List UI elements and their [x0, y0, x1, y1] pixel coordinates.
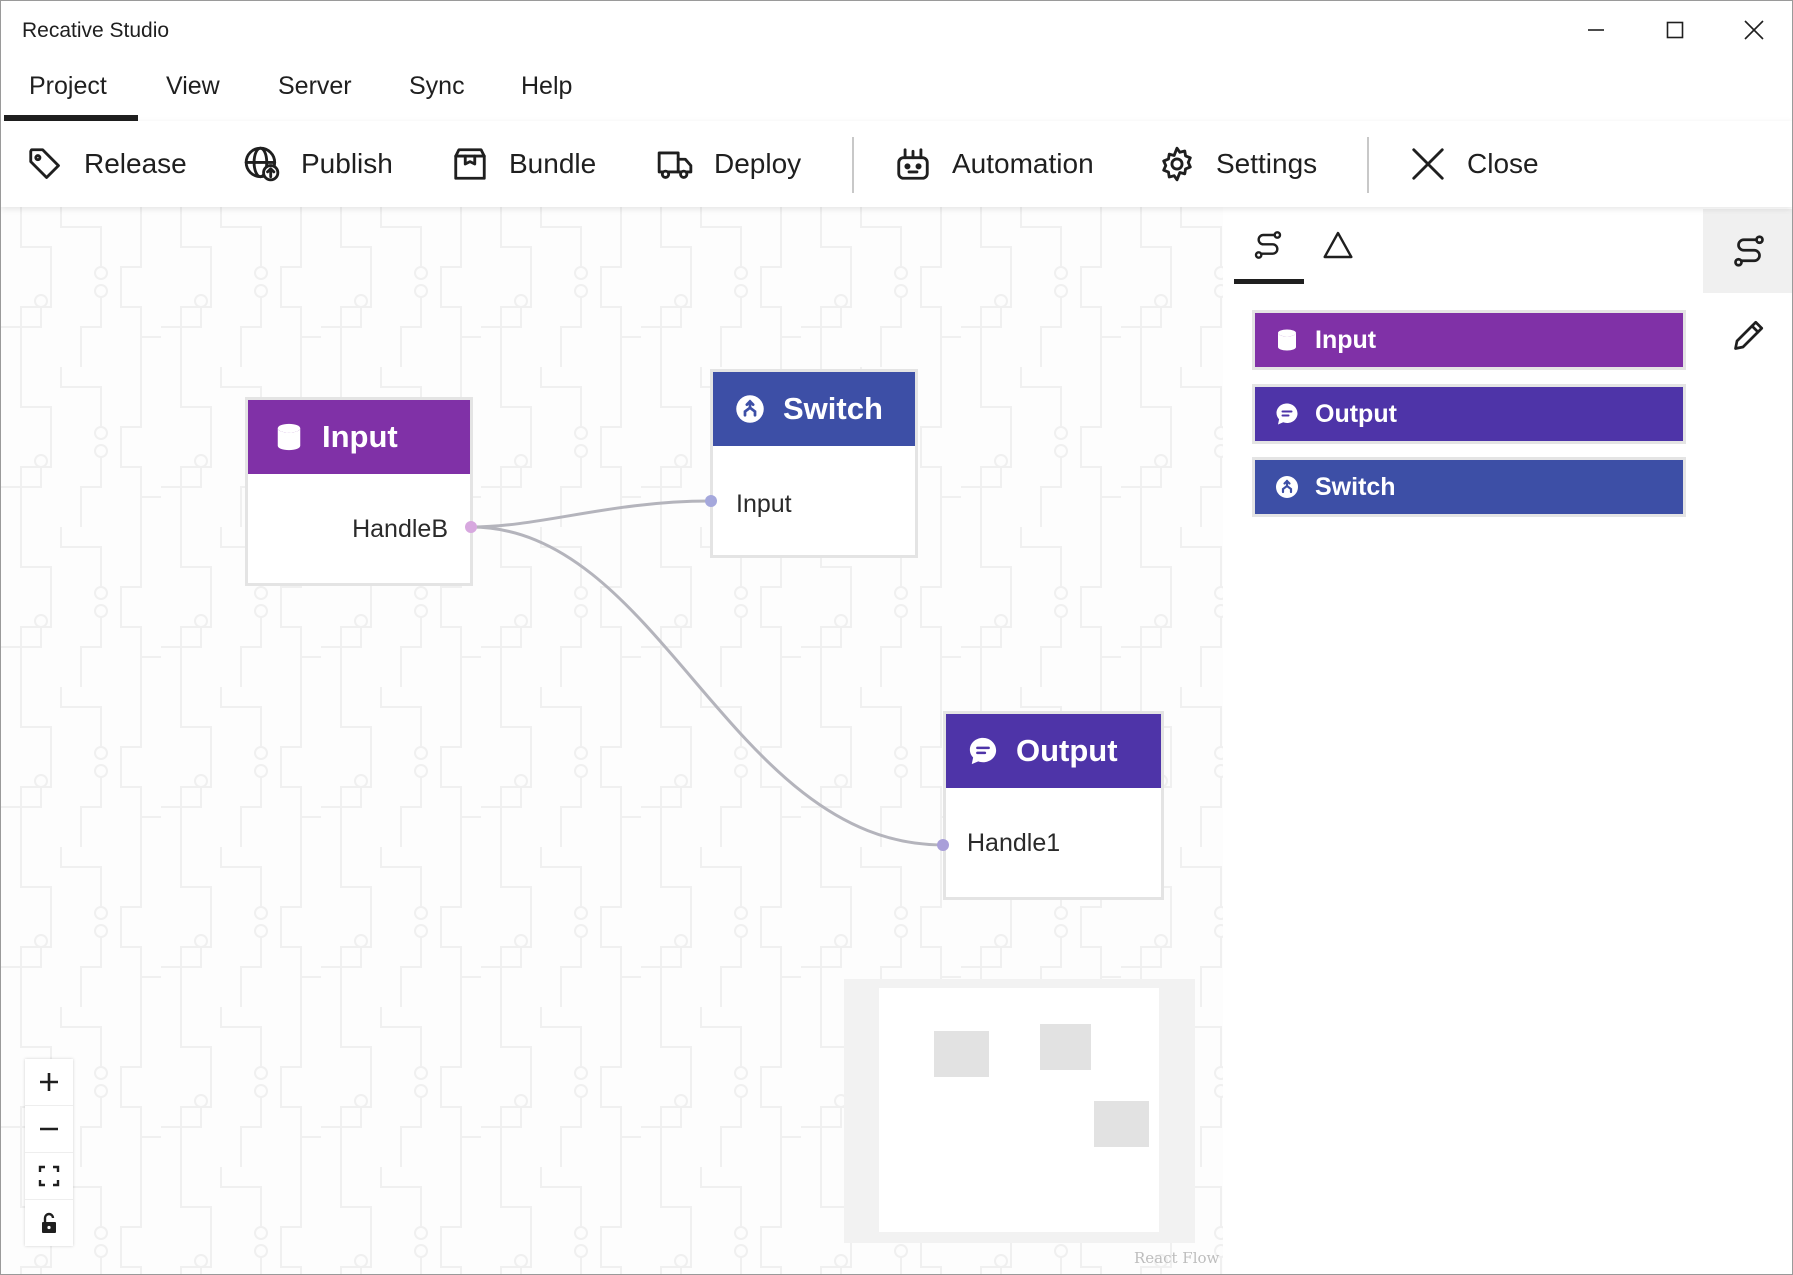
switch-icon	[1276, 476, 1298, 498]
menu-bar: Project View Server Sync Help	[1, 59, 1792, 121]
palette-item-input[interactable]: Input	[1252, 310, 1686, 370]
rail-flow-button[interactable]	[1703, 209, 1792, 293]
tab-shapes[interactable]	[1308, 225, 1368, 265]
app-window: Recative Studio Project View Server Sync…	[0, 0, 1793, 1275]
deploy-button[interactable]: Deploy	[656, 141, 801, 187]
bundle-label: Bundle	[509, 148, 597, 179]
database-icon	[277, 423, 301, 451]
automation-button[interactable]: Automation	[894, 141, 1094, 187]
toolbar: Release Publish Bundle Deploy Automation…	[1, 121, 1792, 207]
palette-item-output[interactable]: Output	[1252, 384, 1686, 444]
node-output[interactable]: Output Handle1	[943, 711, 1164, 900]
fit-view-button[interactable]	[25, 1153, 73, 1200]
node-switch-handle-label: Input	[736, 490, 792, 518]
settings-label: Settings	[1216, 148, 1318, 179]
publish-label: Publish	[301, 148, 393, 179]
close-window-button[interactable]	[1719, 7, 1789, 53]
minimap-node	[1094, 1101, 1149, 1147]
node-switch[interactable]: Switch Input	[710, 369, 918, 558]
window-title: Recative Studio	[22, 19, 170, 42]
node-output-handle-label: Handle1	[967, 829, 1061, 857]
globe-upload-icon	[244, 146, 280, 182]
chat-icon	[1276, 403, 1298, 425]
release-button[interactable]: Release	[26, 141, 187, 187]
switch-icon	[736, 395, 764, 423]
close-project-button[interactable]: Close	[1409, 141, 1539, 187]
palette-item-label: Output	[1315, 399, 1397, 428]
node-input[interactable]: Input HandleB	[245, 397, 473, 586]
plus-icon	[40, 1073, 58, 1091]
flow-canvas[interactable]: Input HandleB Switch Input Output Handle…	[1, 207, 1223, 1274]
route-icon	[1254, 231, 1282, 259]
pencil-icon	[1733, 320, 1763, 350]
toolbar-separator	[852, 137, 854, 193]
database-icon	[1278, 329, 1296, 351]
minus-icon	[40, 1127, 58, 1131]
menu-help[interactable]: Help	[521, 72, 572, 101]
right-rail	[1703, 207, 1792, 1274]
maximize-button[interactable]	[1640, 7, 1710, 53]
settings-button[interactable]: Settings	[1158, 141, 1317, 187]
toggle-interactivity-button[interactable]	[25, 1200, 73, 1246]
menu-view[interactable]: View	[166, 72, 220, 101]
node-input-handle-label: HandleB	[352, 515, 448, 543]
palette-item-label: Switch	[1315, 472, 1396, 501]
zoom-out-button[interactable]	[25, 1106, 73, 1153]
zoom-controls	[25, 1059, 73, 1246]
truck-icon	[657, 151, 693, 179]
gear-icon	[1162, 146, 1192, 182]
chat-icon	[969, 737, 997, 765]
route-icon	[1733, 235, 1764, 267]
handle-target-dot[interactable]	[937, 839, 949, 851]
close-label: Close	[1467, 148, 1539, 179]
edge-input-to-output[interactable]	[470, 525, 944, 847]
edge-input-to-switch[interactable]	[470, 499, 711, 529]
minimap-node	[934, 1031, 989, 1077]
toolbar-separator	[1367, 137, 1369, 193]
tag-icon	[29, 148, 60, 179]
node-input-title: Input	[322, 419, 398, 454]
palette-item-switch[interactable]: Switch	[1252, 457, 1686, 517]
handle-source-dot[interactable]	[465, 521, 477, 533]
fit-view-icon	[38, 1165, 60, 1187]
triangle-icon	[1323, 231, 1353, 259]
menu-sync[interactable]: Sync	[409, 72, 465, 101]
package-icon	[454, 148, 486, 180]
publish-button[interactable]: Publish	[243, 141, 393, 187]
node-palette-panel: Input Output Switch	[1223, 207, 1703, 1274]
node-switch-header: Switch	[713, 372, 915, 446]
rail-edit-button[interactable]	[1703, 293, 1792, 377]
close-icon	[1412, 148, 1444, 180]
handle-target-dot[interactable]	[705, 495, 717, 507]
palette-item-label: Input	[1315, 325, 1377, 354]
robot-icon	[897, 148, 929, 180]
automation-label: Automation	[952, 148, 1094, 179]
node-input-header: Input	[248, 400, 470, 474]
title-bar: Recative Studio	[1, 1, 1792, 59]
release-label: Release	[84, 148, 187, 179]
minimap[interactable]	[844, 979, 1195, 1243]
zoom-in-button[interactable]	[25, 1059, 73, 1106]
minimize-icon	[1588, 29, 1604, 31]
minimap-node	[1040, 1024, 1091, 1070]
maximize-icon	[1666, 21, 1684, 39]
bundle-button[interactable]: Bundle	[451, 141, 596, 187]
minimize-button[interactable]	[1561, 7, 1631, 53]
tab-nodes[interactable]	[1238, 225, 1298, 265]
menu-project[interactable]: Project	[29, 72, 107, 101]
menu-server[interactable]: Server	[278, 72, 352, 101]
attribution-link[interactable]: React Flow	[1134, 1249, 1219, 1267]
node-output-header: Output	[946, 714, 1161, 788]
tab-active-indicator	[1234, 279, 1304, 284]
close-icon	[1744, 20, 1764, 40]
deploy-label: Deploy	[714, 148, 802, 179]
node-output-title: Output	[1016, 733, 1118, 768]
lock-open-icon	[42, 1212, 56, 1233]
node-switch-title: Switch	[783, 391, 883, 426]
